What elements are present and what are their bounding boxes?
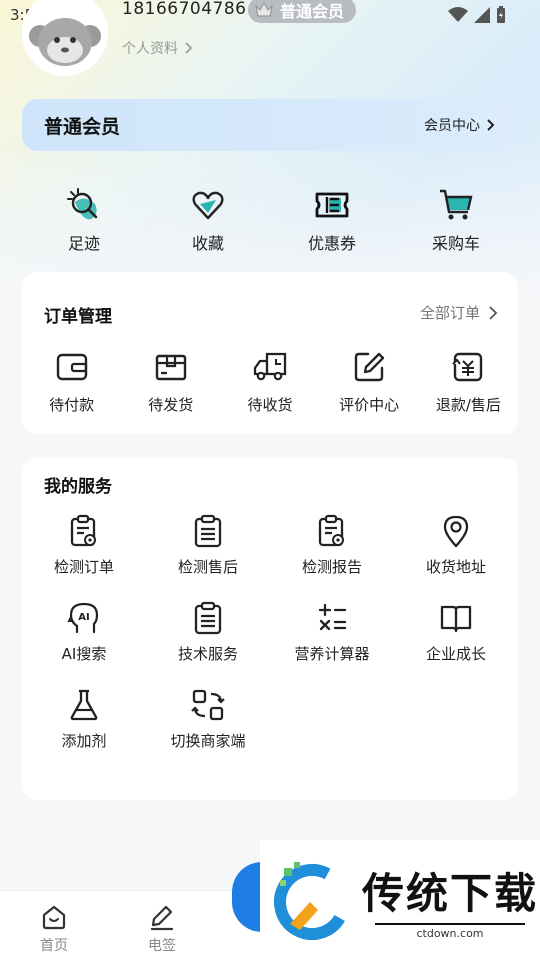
orders-title: 订单管理 xyxy=(44,307,112,327)
services-title: 我的服务 xyxy=(44,477,112,497)
watermark-logo xyxy=(274,862,350,940)
box-icon xyxy=(155,354,186,381)
status-icons xyxy=(448,6,506,24)
battery-icon xyxy=(497,6,505,23)
order-review-center[interactable]: 评价中心 xyxy=(320,350,419,415)
service-ai-search-label: AI搜索 xyxy=(61,645,107,663)
clipboard-gear-icon xyxy=(318,514,344,547)
watermark: 传统下载 ctdown.com xyxy=(260,840,540,960)
service-additives-label: 添加剂 xyxy=(61,732,107,750)
service-tech[interactable]: 技术服务 xyxy=(146,601,270,664)
service-test-orders[interactable]: 检测订单 xyxy=(22,514,146,577)
service-test-orders-label: 检测订单 xyxy=(53,558,114,576)
profile-link-label: 个人资料 xyxy=(122,41,178,57)
quick-favorites[interactable]: 收藏 xyxy=(146,186,270,254)
quick-cart[interactable]: 采购车 xyxy=(394,186,518,254)
order-pending-receipt[interactable]: 待收货 xyxy=(220,350,319,415)
quick-favorites-label: 收藏 xyxy=(191,234,224,253)
order-pending-payment[interactable]: 待付款 xyxy=(22,350,121,415)
quick-cart-label: 采购车 xyxy=(431,234,480,253)
flask-icon xyxy=(70,689,98,721)
ai-head-icon: AI xyxy=(67,602,99,634)
footprint-icon xyxy=(67,188,98,220)
service-test-reports[interactable]: 检测报告 xyxy=(270,514,394,577)
clipboard-gear-icon xyxy=(70,514,96,547)
order-review-center-label: 评价中心 xyxy=(339,396,400,414)
all-orders-label: 全部订单 xyxy=(419,304,480,322)
edit-icon xyxy=(354,352,385,382)
service-nutrition-calculator[interactable]: 营养计算器 xyxy=(270,601,394,664)
member-bar[interactable]: 普通会员 会员中心 xyxy=(22,99,518,151)
user-phone: 18166704786 xyxy=(122,0,247,19)
profile-link[interactable]: 个人资料 xyxy=(122,38,194,58)
crown-icon xyxy=(255,1,273,17)
service-enterprise-growth[interactable]: 企业成长 xyxy=(394,601,518,664)
wifi-icon xyxy=(448,7,468,22)
member-level-text: 普通会员 xyxy=(280,2,345,21)
service-ai-search[interactable]: AI AI搜索 xyxy=(22,601,146,664)
service-tech-label: 技术服务 xyxy=(177,645,238,663)
signal-icon xyxy=(474,7,490,23)
order-pending-shipment[interactable]: 待发货 xyxy=(121,350,220,415)
refund-icon xyxy=(452,352,483,382)
quick-actions: 足迹 收藏 优惠券 采购车 xyxy=(22,186,518,254)
calculator-icon xyxy=(318,603,347,631)
book-icon xyxy=(440,605,472,633)
order-refund[interactable]: 退款/售后 xyxy=(419,350,518,415)
home-icon xyxy=(42,905,66,930)
svg-text:AI: AI xyxy=(78,612,89,623)
service-test-aftersales-label: 检测售后 xyxy=(177,558,238,576)
member-bar-title: 普通会员 xyxy=(44,115,121,138)
order-pending-payment-label: 待付款 xyxy=(49,396,95,414)
order-pending-receipt-label: 待收货 xyxy=(247,396,293,414)
chevron-right-icon xyxy=(489,305,498,320)
services-grid: 检测订单 检测售后 检测报告 收货地址 AI AI搜索 技术服务 营养计算器 企… xyxy=(22,514,518,751)
services-card: 我的服务 检测订单 检测售后 检测报告 收货地址 AI AI搜索 技术服务 营养… xyxy=(22,458,518,800)
service-nutrition-calculator-label: 营养计算器 xyxy=(294,645,370,663)
coupon-icon xyxy=(315,192,349,218)
member-center-label: 会员中心 xyxy=(424,118,480,134)
clipboard-list-icon xyxy=(194,514,222,548)
clipboard-list-icon xyxy=(194,601,222,635)
nav-home-label: 首页 xyxy=(40,938,68,954)
chevron-right-icon xyxy=(487,119,495,131)
watermark-title: 传统下载 xyxy=(362,869,539,918)
quick-footprint[interactable]: 足迹 xyxy=(22,186,146,254)
service-shipping-address[interactable]: 收货地址 xyxy=(394,514,518,577)
cart-icon xyxy=(440,189,473,220)
quick-coupons[interactable]: 优惠券 xyxy=(270,186,394,254)
member-center-link[interactable]: 会员中心 xyxy=(424,115,496,135)
heart-icon xyxy=(192,191,224,220)
nav-esign[interactable]: 电签 xyxy=(132,903,192,955)
service-test-reports-label: 检测报告 xyxy=(301,558,362,576)
order-status-row: 待付款 待发货 待收货 评价中心 退款/售后 xyxy=(22,350,518,415)
watermark-url: ctdown.com xyxy=(375,923,525,940)
truck-icon xyxy=(253,352,287,381)
service-enterprise-growth-label: 企业成长 xyxy=(425,645,486,663)
pen-icon xyxy=(150,905,174,931)
service-switch-merchant[interactable]: 切换商家端 xyxy=(146,688,270,751)
all-orders-link[interactable]: 全部订单 xyxy=(420,302,498,323)
quick-footprint-label: 足迹 xyxy=(67,234,100,253)
location-pin-icon xyxy=(443,515,469,548)
switch-icon xyxy=(191,689,225,721)
order-refund-label: 退款/售后 xyxy=(435,396,501,414)
watermark-text: 传统下载 ctdown.com xyxy=(362,860,538,940)
service-test-aftersales[interactable]: 检测售后 xyxy=(146,514,270,577)
wallet-icon xyxy=(56,353,87,381)
service-shipping-address-label: 收货地址 xyxy=(425,558,486,576)
member-level-badge: 普通会员 xyxy=(248,0,357,23)
chevron-right-icon xyxy=(185,42,193,54)
service-switch-merchant-label: 切换商家端 xyxy=(170,732,246,750)
quick-coupons-label: 优惠券 xyxy=(307,234,356,253)
order-pending-shipment-label: 待发货 xyxy=(148,396,194,414)
service-additives[interactable]: 添加剂 xyxy=(22,688,146,751)
nav-home[interactable]: 首页 xyxy=(24,903,84,955)
orders-card: 订单管理 全部订单 待付款 待发货 待收货 评价中心 退款/售后 xyxy=(22,272,518,434)
nav-esign-label: 电签 xyxy=(148,938,176,954)
